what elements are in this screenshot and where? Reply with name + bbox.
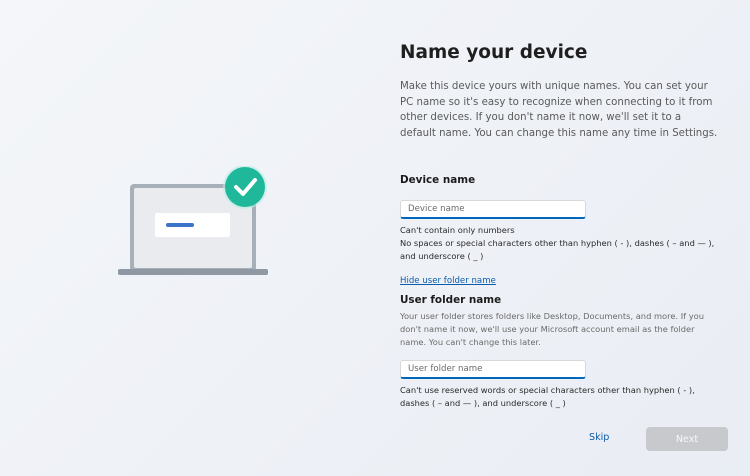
device-name-label: Device name [400,174,476,186]
next-button[interactable]: Next [646,427,728,451]
user-folder-label: User folder name [400,294,502,306]
device-name-rules: Can't contain only numbers No spaces or … [400,224,720,263]
checkmark-icon [223,166,267,209]
user-folder-description: Your user folder stores folders like Des… [400,311,704,347]
hide-user-folder-link[interactable]: Hide user folder name [400,276,496,286]
laptop-icon [118,166,268,275]
device-name-rule: Can't contain only numbers [400,225,515,235]
user-folder-rules: Can't use reserved words or special char… [400,385,695,408]
laptop-illustration [116,166,276,278]
page-title: Name your device [400,42,588,63]
skip-button[interactable]: Skip [589,432,609,443]
user-folder-input[interactable] [400,360,586,379]
page-description: Make this device yours with unique names… [400,81,718,139]
device-name-input[interactable] [400,200,586,219]
device-name-rule: No spaces or special characters other th… [400,238,715,261]
